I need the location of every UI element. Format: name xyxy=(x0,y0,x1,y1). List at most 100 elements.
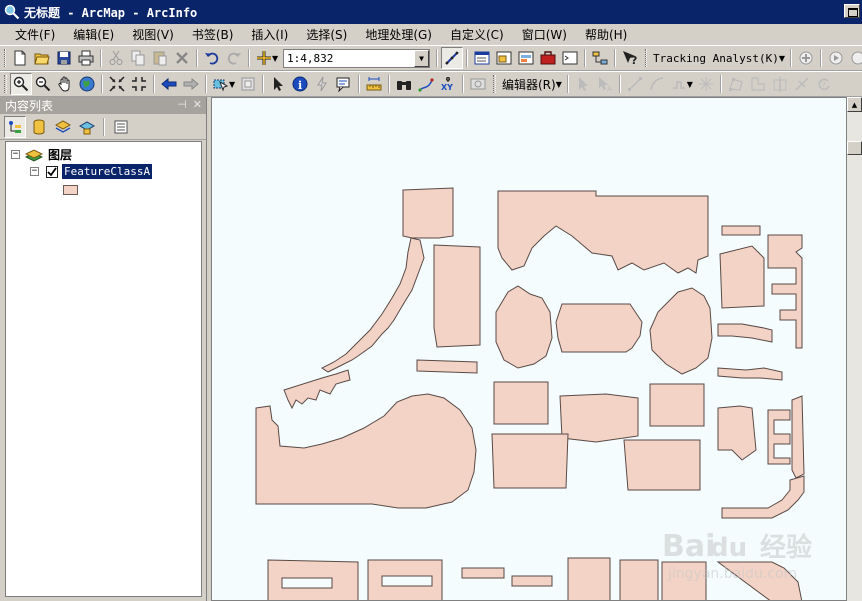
copy-icon[interactable] xyxy=(127,47,149,69)
print-icon[interactable] xyxy=(75,47,97,69)
go-forward-arrow-icon[interactable] xyxy=(180,73,202,95)
watermark-brand: Bai xyxy=(662,529,715,564)
editor-toolbar-toggle-icon[interactable] xyxy=(441,47,463,69)
map-scale-input[interactable]: 1:4,832 ▼ xyxy=(283,48,430,68)
auto-hide-pin-icon[interactable]: ⊣ xyxy=(177,98,187,111)
add-data-dropdown-icon[interactable]: ▼ xyxy=(272,54,280,63)
edit-vertices-icon[interactable] xyxy=(725,73,747,95)
polygon-symbol-patch[interactable] xyxy=(63,185,78,195)
menu-help[interactable]: 帮助(H) xyxy=(576,26,636,43)
list-by-visibility-icon[interactable] xyxy=(52,116,74,138)
end-point-arc-icon[interactable] xyxy=(646,73,668,95)
find-route-icon[interactable] xyxy=(415,73,437,95)
layers-group-row[interactable]: − 图层 xyxy=(11,146,72,163)
toolbar-separator xyxy=(248,49,250,67)
toolbar-grip[interactable] xyxy=(4,49,6,67)
catalog-window-icon[interactable] xyxy=(493,47,515,69)
menu-edit[interactable]: 编辑(E) xyxy=(64,26,123,43)
open-folder-icon[interactable] xyxy=(31,47,53,69)
tracking-tool-icon[interactable] xyxy=(847,47,862,69)
editor-menu[interactable]: 编辑器(R) xyxy=(499,76,559,93)
go-back-arrow-icon[interactable] xyxy=(158,73,180,95)
undo-icon[interactable] xyxy=(201,47,223,69)
maximize-button[interactable] xyxy=(844,4,860,18)
hyperlink-icon[interactable] xyxy=(311,73,333,95)
layer-row-featureclassa[interactable]: − FeatureClassA xyxy=(30,164,153,179)
map-vertical-scrollbar[interactable]: ▲ xyxy=(847,97,862,601)
menu-geoprocessing[interactable]: 地理处理(G) xyxy=(356,26,441,43)
arctoolbox-icon[interactable] xyxy=(537,47,559,69)
collapse-layer-icon[interactable]: − xyxy=(30,167,39,176)
layer-visibility-checkbox[interactable] xyxy=(46,165,58,178)
menu-insert[interactable]: 插入(I) xyxy=(242,26,297,43)
search-window-icon[interactable] xyxy=(515,47,537,69)
cut-icon[interactable] xyxy=(105,47,127,69)
measure-icon[interactable] xyxy=(363,73,385,95)
svg-text:?: ? xyxy=(822,81,826,89)
toolbar-separator xyxy=(466,49,468,67)
construction-dropdown-icon[interactable]: ▼ xyxy=(687,80,695,89)
toc-options-icon[interactable] xyxy=(110,116,132,138)
full-extent-globe-icon[interactable] xyxy=(76,73,98,95)
tracking-analyst-dropdown-icon[interactable]: ▼ xyxy=(779,54,787,63)
map-scale-value: 1:4,832 xyxy=(287,51,334,65)
add-temporal-data-icon[interactable] xyxy=(795,47,817,69)
go-to-xy-icon[interactable]: XY xyxy=(437,73,459,95)
select-elements-arrow-icon[interactable] xyxy=(267,73,289,95)
toolbar-grip[interactable] xyxy=(645,49,647,67)
scale-dropdown-icon[interactable]: ▼ xyxy=(414,49,429,67)
new-document-icon[interactable] xyxy=(9,47,31,69)
playback-icon[interactable] xyxy=(825,47,847,69)
straight-segment-icon[interactable] xyxy=(624,73,646,95)
collapse-layers-icon[interactable]: − xyxy=(11,150,20,159)
feature-layer-canvas[interactable]: Bai du 经验 jingyan.baidu.com xyxy=(212,98,847,601)
paste-icon[interactable] xyxy=(149,47,171,69)
toolbar-grip[interactable] xyxy=(493,75,496,93)
reshape-feature-icon[interactable] xyxy=(747,73,769,95)
map-display[interactable]: Bai du 经验 jingyan.baidu.com xyxy=(211,97,847,601)
menu-windows[interactable]: 窗口(W) xyxy=(513,26,576,43)
redo-icon[interactable] xyxy=(223,47,245,69)
menu-selection[interactable]: 选择(S) xyxy=(297,26,356,43)
cut-polygons-icon[interactable] xyxy=(769,73,791,95)
python-window-icon[interactable] xyxy=(559,47,581,69)
layer-legend-row[interactable] xyxy=(63,185,78,195)
scroll-up-arrow-icon[interactable]: ▲ xyxy=(847,97,862,112)
scrollbar-thumb[interactable] xyxy=(847,141,862,155)
pan-hand-icon[interactable] xyxy=(54,73,76,95)
table-of-contents-icon[interactable] xyxy=(471,47,493,69)
zoom-out-icon[interactable] xyxy=(32,73,54,95)
zoom-in-icon[interactable] xyxy=(10,73,32,95)
clear-selection-icon[interactable] xyxy=(237,73,259,95)
building-polygon xyxy=(497,190,709,274)
list-by-selection-icon[interactable] xyxy=(76,116,98,138)
find-binoculars-icon[interactable] xyxy=(393,73,415,95)
menu-file[interactable]: 文件(F) xyxy=(6,26,64,43)
rotate-tool-icon[interactable]: ? xyxy=(813,73,835,95)
building-polygon xyxy=(321,237,425,373)
fixed-zoom-out-icon[interactable] xyxy=(128,73,150,95)
list-by-drawing-order-icon[interactable] xyxy=(4,115,26,138)
edit-tool-icon[interactable] xyxy=(572,73,594,95)
fixed-zoom-in-icon[interactable] xyxy=(106,73,128,95)
menu-view[interactable]: 视图(V) xyxy=(123,26,183,43)
html-popup-icon[interactable] xyxy=(333,73,355,95)
save-icon[interactable] xyxy=(53,47,75,69)
split-tool-icon[interactable] xyxy=(791,73,813,95)
point-tool-icon[interactable] xyxy=(695,73,717,95)
edit-annotation-icon[interactable]: A xyxy=(594,73,616,95)
menu-customize[interactable]: 自定义(C) xyxy=(441,26,513,43)
delete-icon[interactable] xyxy=(171,47,193,69)
close-icon[interactable]: ✕ xyxy=(193,98,202,111)
layer-name[interactable]: FeatureClassA xyxy=(62,164,153,179)
model-builder-icon[interactable] xyxy=(589,47,611,69)
menu-bookmarks[interactable]: 书签(B) xyxy=(183,26,243,43)
select-features-dropdown-icon[interactable]: ▼ xyxy=(229,80,237,89)
tracking-analyst-menu[interactable]: Tracking Analyst(K) xyxy=(650,52,782,65)
identify-icon[interactable]: i xyxy=(289,73,311,95)
time-slider-icon[interactable] xyxy=(467,73,489,95)
toolbar-grip[interactable] xyxy=(4,75,7,93)
list-by-source-icon[interactable] xyxy=(28,116,50,138)
editor-dropdown-icon[interactable]: ▼ xyxy=(556,80,564,89)
whats-this-help-icon[interactable]: ? xyxy=(619,47,641,69)
